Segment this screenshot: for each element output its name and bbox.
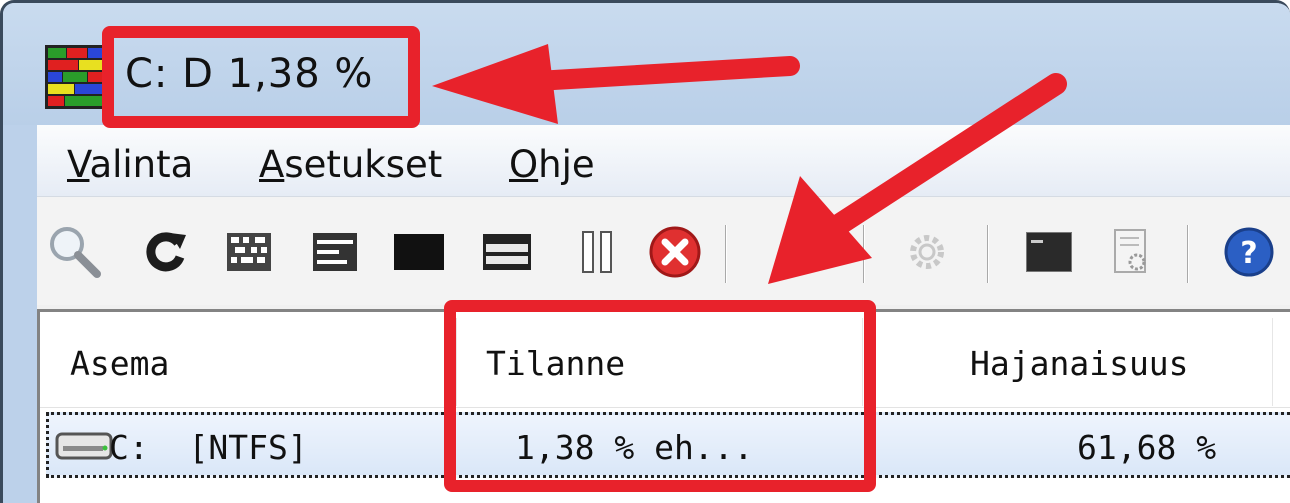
- svg-text:?: ?: [1240, 236, 1257, 271]
- black-block-icon[interactable]: [389, 222, 449, 282]
- defrag-app-icon[interactable]: [45, 45, 105, 109]
- settings-gear-icon[interactable]: [897, 222, 957, 282]
- help-icon[interactable]: ?: [1219, 222, 1279, 282]
- analyze-magnifier-icon[interactable]: [45, 222, 105, 282]
- menu-valinta[interactable]: Valinta: [67, 143, 193, 186]
- annotation-box-title: [102, 26, 420, 128]
- console-icon[interactable]: [1019, 222, 1079, 282]
- list-block-icon[interactable]: [477, 222, 537, 282]
- stop-icon[interactable]: [645, 222, 705, 282]
- menu-bar: Valinta Asetukset Ohje: [37, 125, 1290, 197]
- toolbar-separator: [863, 225, 865, 283]
- pause-icon[interactable]: [567, 222, 627, 282]
- column-header-asema[interactable]: Asema: [70, 344, 169, 383]
- toolbar: ?: [37, 197, 1290, 305]
- menu-asetukset[interactable]: Asetukset: [259, 143, 442, 186]
- fragmentation-cell: 61,68 %: [1077, 428, 1217, 467]
- column-divider[interactable]: [1272, 318, 1273, 406]
- disabled-icon[interactable]: [777, 222, 837, 282]
- toolbar-separator: [1187, 225, 1189, 283]
- toolbar-separator: [725, 225, 727, 283]
- refresh-icon[interactable]: [135, 222, 195, 282]
- drive-name-cell: C: [NTFS]: [109, 428, 308, 467]
- toolbar-separator: [987, 225, 989, 283]
- menu-ohje[interactable]: Ohje: [509, 143, 595, 186]
- annotation-box-status: [444, 300, 876, 492]
- defrag-pattern-icon[interactable]: [219, 222, 279, 282]
- hard-drive-icon: [55, 432, 113, 460]
- script-icon[interactable]: [1101, 222, 1161, 282]
- column-header-hajanaisuus[interactable]: Hajanaisuus: [970, 344, 1189, 383]
- compact-icon[interactable]: [305, 222, 365, 282]
